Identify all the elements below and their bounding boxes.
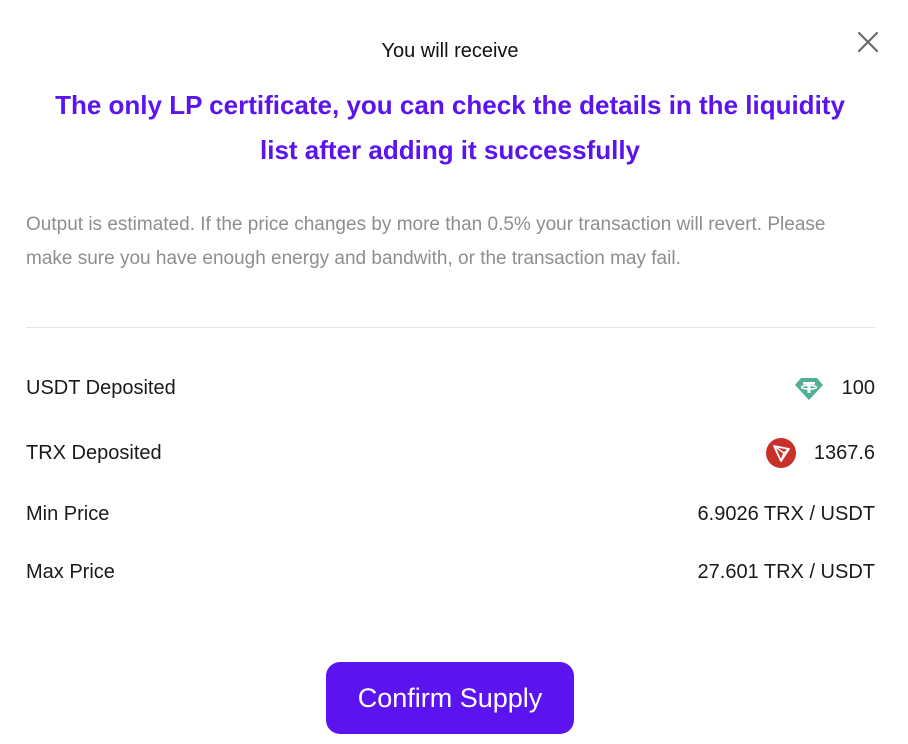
slippage-notice: Output is estimated. If the price change…	[26, 214, 826, 269]
min-price-value: 6.9026 TRX / USDT	[697, 502, 875, 525]
lp-certificate-headline: The only LP certificate, you can check t…	[0, 83, 900, 173]
confirm-supply-modal: You will receive The only LP certificate…	[0, 0, 908, 744]
modal-title: You will receive	[381, 40, 519, 62]
divider	[26, 327, 875, 328]
lp-headline-line-1: The only LP certificate, you can check t…	[55, 90, 845, 120]
min-price-row: Min Price 6.9026 TRX / USDT	[26, 494, 875, 534]
max-price-label: Max Price	[26, 560, 115, 583]
trx-deposited-value: 1367.6	[813, 441, 875, 464]
max-price-value: 27.601 TRX / USDT	[697, 560, 875, 583]
max-price-row: Max Price 27.601 TRX / USDT	[26, 552, 875, 592]
usdt-deposited-label: USDT Deposited	[26, 376, 176, 399]
trx-deposited-label: TRX Deposited	[26, 441, 162, 464]
usdt-deposited-value: 100	[841, 376, 875, 399]
min-price-label: Min Price	[26, 502, 110, 525]
usdt-tether-icon	[794, 378, 823, 400]
trx-tron-icon	[765, 438, 796, 468]
trx-deposited-row: TRX Deposited 1367.6	[26, 433, 875, 473]
lp-headline-line-2: list after adding it successfully	[260, 135, 640, 165]
usdt-deposited-row: USDT Deposited 100	[26, 368, 875, 408]
confirm-supply-button[interactable]: Confirm Supply	[326, 662, 574, 734]
